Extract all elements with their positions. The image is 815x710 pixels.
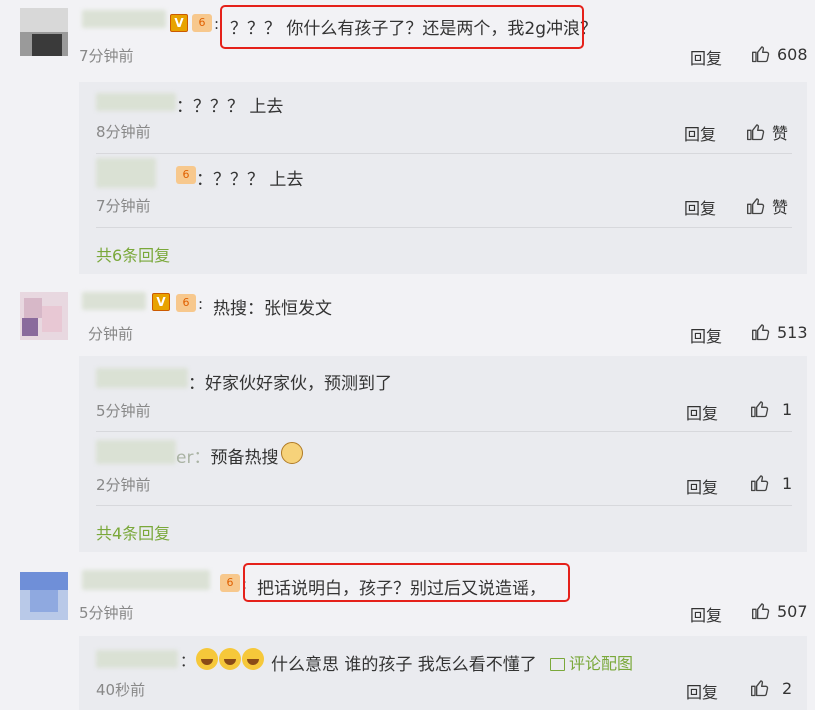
reply-text: ：？？？ 上去 — [176, 97, 284, 117]
reply-time: 5分钟前 — [96, 402, 151, 420]
emoji-group — [196, 648, 265, 670]
reply-text: 什么意思 谁的孩子 我怎么看不懂了 — [271, 655, 537, 675]
like-count: 赞 — [772, 124, 789, 143]
reply-time: 2分钟前 — [96, 476, 151, 494]
thumb-up-icon — [746, 196, 766, 216]
like-count: 赞 — [772, 198, 789, 217]
comment-picture-link[interactable]: 评论配图 — [550, 650, 633, 674]
reply-text: ：？？？ 上去 — [196, 170, 304, 190]
like-button[interactable]: 赞 — [746, 120, 788, 144]
like-count: 1 — [782, 473, 793, 493]
laugh-cry-emoji — [196, 648, 218, 670]
like-button[interactable]: 608 — [751, 44, 808, 64]
reply-button[interactable]: 回复 — [684, 195, 716, 219]
reply-button[interactable]: 回复 — [690, 323, 722, 347]
highlight-box — [220, 5, 584, 49]
picture-icon — [550, 658, 565, 671]
comment-text: 热搜：张恒发文 — [213, 299, 332, 319]
like-count: 608 — [777, 44, 808, 64]
reply-button[interactable]: 回复 — [690, 602, 722, 626]
reply-username-blurred[interactable] — [96, 93, 176, 111]
reply-button[interactable]: 回复 — [684, 121, 716, 145]
more-replies-link[interactable]: 共6条回复 — [96, 242, 170, 266]
highlight-box — [243, 563, 570, 602]
name-colon: : — [214, 15, 220, 33]
like-count: 1 — [782, 399, 793, 419]
thumb-up-icon — [751, 44, 771, 64]
thumb-up-icon — [751, 601, 771, 621]
reply-button[interactable]: 回复 — [686, 400, 718, 424]
comment-time: 分钟前 — [88, 325, 134, 343]
name-colon: : — [198, 295, 204, 313]
comment-time: 7分钟前 — [79, 47, 134, 65]
divider — [96, 505, 792, 506]
level-badge-icon: 6 — [176, 166, 196, 184]
comment-time: 5分钟前 — [79, 604, 134, 622]
laugh-cry-emoji — [242, 648, 264, 670]
reply-username-blurred[interactable] — [96, 368, 188, 388]
reply-text: ：好家伙好家伙，预测到了 — [188, 374, 392, 394]
name-colon: ： — [180, 652, 196, 670]
reply-time: 7分钟前 — [96, 197, 151, 215]
reply-button[interactable]: 回复 — [686, 474, 718, 498]
like-button[interactable]: 507 — [751, 601, 808, 621]
reply-username-blurred[interactable] — [96, 158, 156, 188]
thumb-up-icon — [750, 473, 770, 493]
like-button[interactable]: 1 — [750, 473, 792, 493]
username-blurred[interactable] — [82, 10, 166, 28]
divider — [96, 227, 792, 228]
reply-text: er：预备热搜 — [176, 448, 279, 468]
username-blurred[interactable] — [82, 570, 210, 590]
verified-v-icon: V — [170, 14, 188, 32]
thumb-up-icon — [751, 322, 771, 342]
avatar[interactable] — [20, 572, 68, 620]
username-blurred[interactable] — [82, 292, 146, 310]
like-count: 507 — [777, 601, 808, 621]
avatar[interactable] — [20, 292, 68, 340]
doge-emoji — [281, 442, 303, 464]
like-count: 2 — [782, 678, 793, 698]
thumb-up-icon — [750, 678, 770, 698]
like-count: 513 — [777, 322, 808, 342]
reply-button[interactable]: 回复 — [690, 45, 722, 69]
level-badge-icon: 6 — [176, 294, 196, 312]
laugh-cry-emoji — [219, 648, 241, 670]
verified-v-icon: V — [152, 293, 170, 311]
reply-button[interactable]: 回复 — [686, 679, 718, 703]
thumb-up-icon — [750, 399, 770, 419]
like-button[interactable]: 513 — [751, 322, 808, 342]
like-button[interactable]: 2 — [750, 678, 792, 698]
reply-time: 40秒前 — [96, 681, 146, 699]
reply-username-blurred[interactable] — [96, 440, 176, 464]
level-badge-icon: 6 — [220, 574, 240, 592]
like-button[interactable]: 1 — [750, 399, 792, 419]
like-button[interactable]: 赞 — [746, 194, 788, 218]
more-replies-link[interactable]: 共4条回复 — [96, 520, 170, 544]
reply-username-blurred[interactable] — [96, 650, 178, 668]
divider — [96, 153, 792, 154]
level-badge-icon: 6 — [192, 14, 212, 32]
thumb-up-icon — [746, 122, 766, 142]
reply-time: 8分钟前 — [96, 123, 151, 141]
divider — [96, 431, 792, 432]
avatar[interactable] — [20, 8, 68, 56]
